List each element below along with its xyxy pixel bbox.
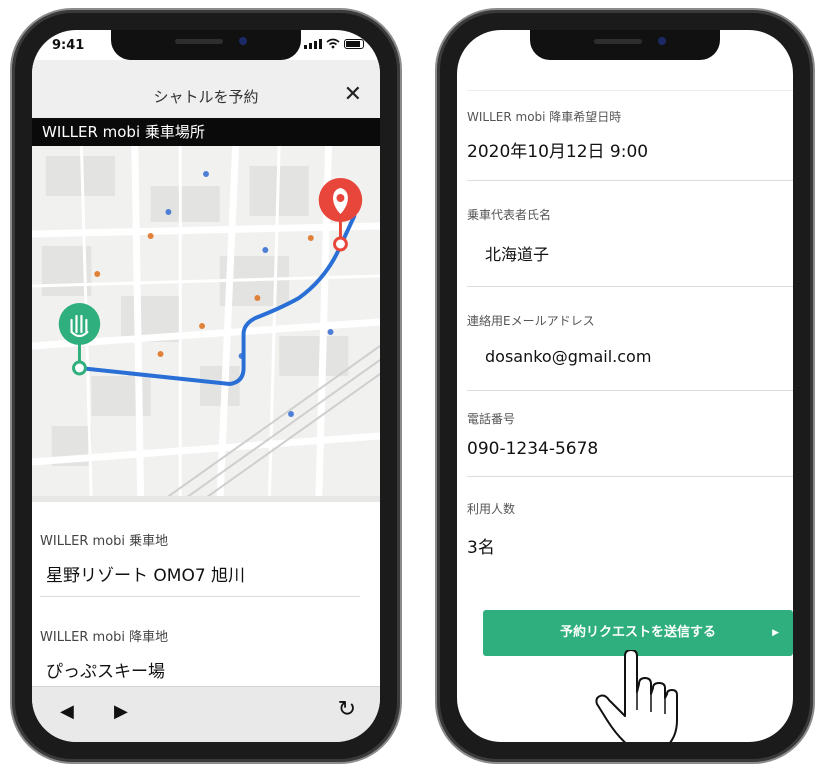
field-value: 北海道子	[485, 245, 550, 264]
section-title: WILLER mobi 乗車場所	[32, 118, 380, 146]
field-label: 乗車代表者氏名	[467, 208, 552, 222]
field-value: dosanko@gmail.com	[485, 347, 652, 366]
left-phone-frame: 9:41 シャトルを予約 ✕ WILLER mobi 乗車場所 WILLER m…	[10, 8, 402, 764]
close-button[interactable]: ✕	[344, 82, 362, 107]
page-title: シャトルを予約	[153, 88, 259, 106]
dropoff-value: ぴっぷスキー場	[46, 662, 165, 682]
header-bar: シャトルを予約 ✕	[32, 60, 380, 118]
route-map[interactable]	[32, 145, 380, 503]
divider	[40, 596, 360, 597]
chevron-right-icon: ▶	[772, 628, 779, 638]
dropoff-datetime-field[interactable]: WILLER mobi 降車希望日時 2020年10月12日 9:00	[467, 108, 793, 162]
browser-toolbar: ◀ ▶ ↻	[32, 686, 380, 742]
field-label: 連絡用Eメールアドレス	[467, 314, 595, 328]
right-phone-screen: WILLER mobi 降車希望日時 2020年10月12日 9:00 乗車代表…	[457, 30, 793, 742]
status-bar: 9:41	[46, 36, 366, 56]
pickup-value: 星野リゾート OMO7 旭川	[46, 566, 246, 586]
divider	[467, 390, 793, 391]
representative-name-field[interactable]: 乗車代表者氏名 北海道子	[467, 206, 793, 265]
right-phone-frame: WILLER mobi 降車希望日時 2020年10月12日 9:00 乗車代表…	[435, 8, 815, 764]
dropoff-field[interactable]: WILLER mobi 降車地 ぴっぷスキー場	[40, 626, 360, 682]
email-field[interactable]: 連絡用Eメールアドレス dosanko@gmail.com	[467, 312, 793, 366]
pickup-label: WILLER mobi 乗車地	[40, 534, 169, 549]
field-label: 利用人数	[467, 502, 516, 516]
divider	[467, 90, 793, 91]
left-phone-screen: 9:41 シャトルを予約 ✕ WILLER mobi 乗車場所 WILLER m…	[32, 30, 380, 742]
field-label: 電話番号	[467, 412, 516, 426]
phone-notch	[530, 30, 720, 60]
divider	[467, 476, 793, 477]
refresh-button[interactable]: ↻	[338, 697, 356, 722]
wifi-icon	[326, 38, 340, 49]
back-button[interactable]: ◀	[60, 701, 74, 722]
divider	[467, 180, 793, 181]
dropoff-label: WILLER mobi 降車地	[40, 630, 169, 645]
submit-label: 予約リクエストを送信する	[559, 625, 716, 640]
forward-button[interactable]: ▶	[114, 701, 128, 722]
signal-icon	[304, 39, 322, 49]
field-value: 090-1234-5678	[467, 439, 599, 459]
field-value: 2020年10月12日 9:00	[467, 142, 649, 162]
phone-number-field[interactable]: 電話番号 090-1234-5678	[467, 410, 793, 459]
passenger-count-field[interactable]: 利用人数 3名	[467, 500, 793, 558]
pickup-field[interactable]: WILLER mobi 乗車地 星野リゾート OMO7 旭川	[40, 530, 360, 586]
map-canvas	[32, 145, 380, 503]
divider	[467, 286, 793, 287]
status-time: 9:41	[52, 38, 85, 53]
field-label: WILLER mobi 降車希望日時	[467, 110, 622, 124]
field-value: 3名	[467, 538, 495, 558]
battery-icon	[344, 39, 364, 49]
pointing-hand-icon	[595, 650, 678, 742]
